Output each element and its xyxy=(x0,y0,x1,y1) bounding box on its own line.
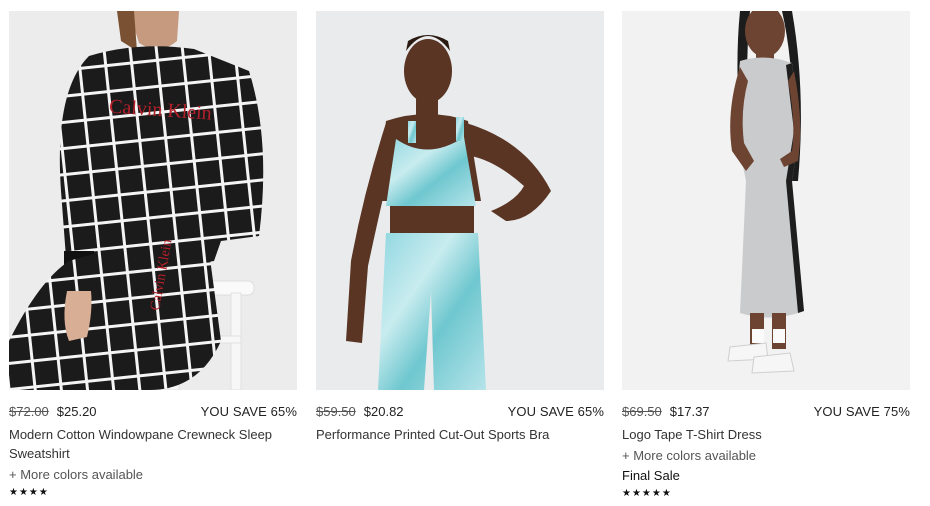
original-price: $72.00 xyxy=(9,403,49,419)
savings-label: YOU SAVE 75% xyxy=(813,403,910,419)
price-row: $72.00 $25.20 YOU SAVE 65% xyxy=(9,402,297,420)
product-name[interactable]: Modern Cotton Windowpane Crewneck Sleep … xyxy=(9,425,297,463)
original-price: $69.50 xyxy=(622,403,662,419)
savings-label: YOU SAVE 65% xyxy=(507,403,604,419)
sale-price: $20.82 xyxy=(363,403,404,419)
rating-stars: ★★★★ xyxy=(9,487,49,498)
product-image[interactable] xyxy=(622,11,910,390)
sale-price: $25.20 xyxy=(56,403,97,419)
sweatshirt-model-illustration: Calvin Klein Calvin Klein xyxy=(9,11,264,390)
price-row: $69.50 $17.37 YOU SAVE 75% xyxy=(622,402,910,420)
sports-bra-model-illustration xyxy=(346,35,551,390)
price-row: $59.50 $20.82 YOU SAVE 65% xyxy=(316,402,604,420)
product-name[interactable]: Logo Tape T-Shirt Dress xyxy=(622,425,910,444)
product-image[interactable]: Calvin Klein Calvin Klein xyxy=(9,11,297,390)
savings-label: YOU SAVE 65% xyxy=(200,403,297,419)
sale-price: $17.37 xyxy=(669,403,710,419)
rating-stars: ★★★★★ xyxy=(622,488,672,499)
more-colors-link[interactable]: + More colors available xyxy=(622,447,910,465)
more-colors-link[interactable]: + More colors available xyxy=(9,466,297,484)
product-card: $69.50 $17.37 YOU SAVE 75% Logo Tape T-S… xyxy=(622,11,910,501)
product-grid: Calvin Klein Calvin Klein $72.00 $25.20 … xyxy=(0,0,930,506)
product-card: Calvin Klein Calvin Klein $72.00 $25.20 … xyxy=(9,11,297,500)
product-name[interactable]: Performance Printed Cut-Out Sports Bra xyxy=(316,425,604,444)
dress-model-illustration xyxy=(727,11,804,374)
product-image[interactable] xyxy=(316,11,604,390)
original-price: $59.50 xyxy=(316,403,356,419)
final-sale-badge: Final Sale xyxy=(622,468,680,483)
product-card: $59.50 $20.82 YOU SAVE 65% Performance P… xyxy=(316,11,604,444)
